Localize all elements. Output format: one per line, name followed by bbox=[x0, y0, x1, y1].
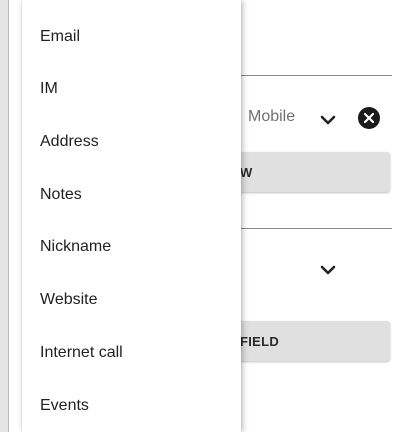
chevron-down-icon[interactable] bbox=[317, 259, 339, 281]
chevron-down-icon[interactable] bbox=[317, 109, 339, 131]
menu-item-website[interactable]: Website bbox=[22, 274, 241, 326]
menu-item-internet-call[interactable]: Internet call bbox=[22, 327, 241, 379]
menu-item-im[interactable]: IM bbox=[22, 63, 241, 115]
menu-item-email[interactable]: Email bbox=[22, 11, 241, 63]
divider bbox=[230, 228, 392, 229]
field-type-menu: Email IM Address Notes Nickname Website … bbox=[22, 0, 241, 432]
add-phone-button[interactable]: W bbox=[232, 152, 390, 192]
menu-item-nickname[interactable]: Nickname bbox=[22, 221, 241, 273]
phone-type-label[interactable]: Mobile bbox=[248, 108, 295, 126]
add-field-button[interactable]: FIELD bbox=[232, 321, 390, 361]
menu-item-events[interactable]: Events bbox=[22, 380, 241, 432]
divider bbox=[230, 75, 392, 76]
menu-item-address[interactable]: Address bbox=[22, 116, 241, 168]
menu-item-notes[interactable]: Notes bbox=[22, 169, 241, 221]
close-circle-icon[interactable] bbox=[358, 107, 380, 129]
